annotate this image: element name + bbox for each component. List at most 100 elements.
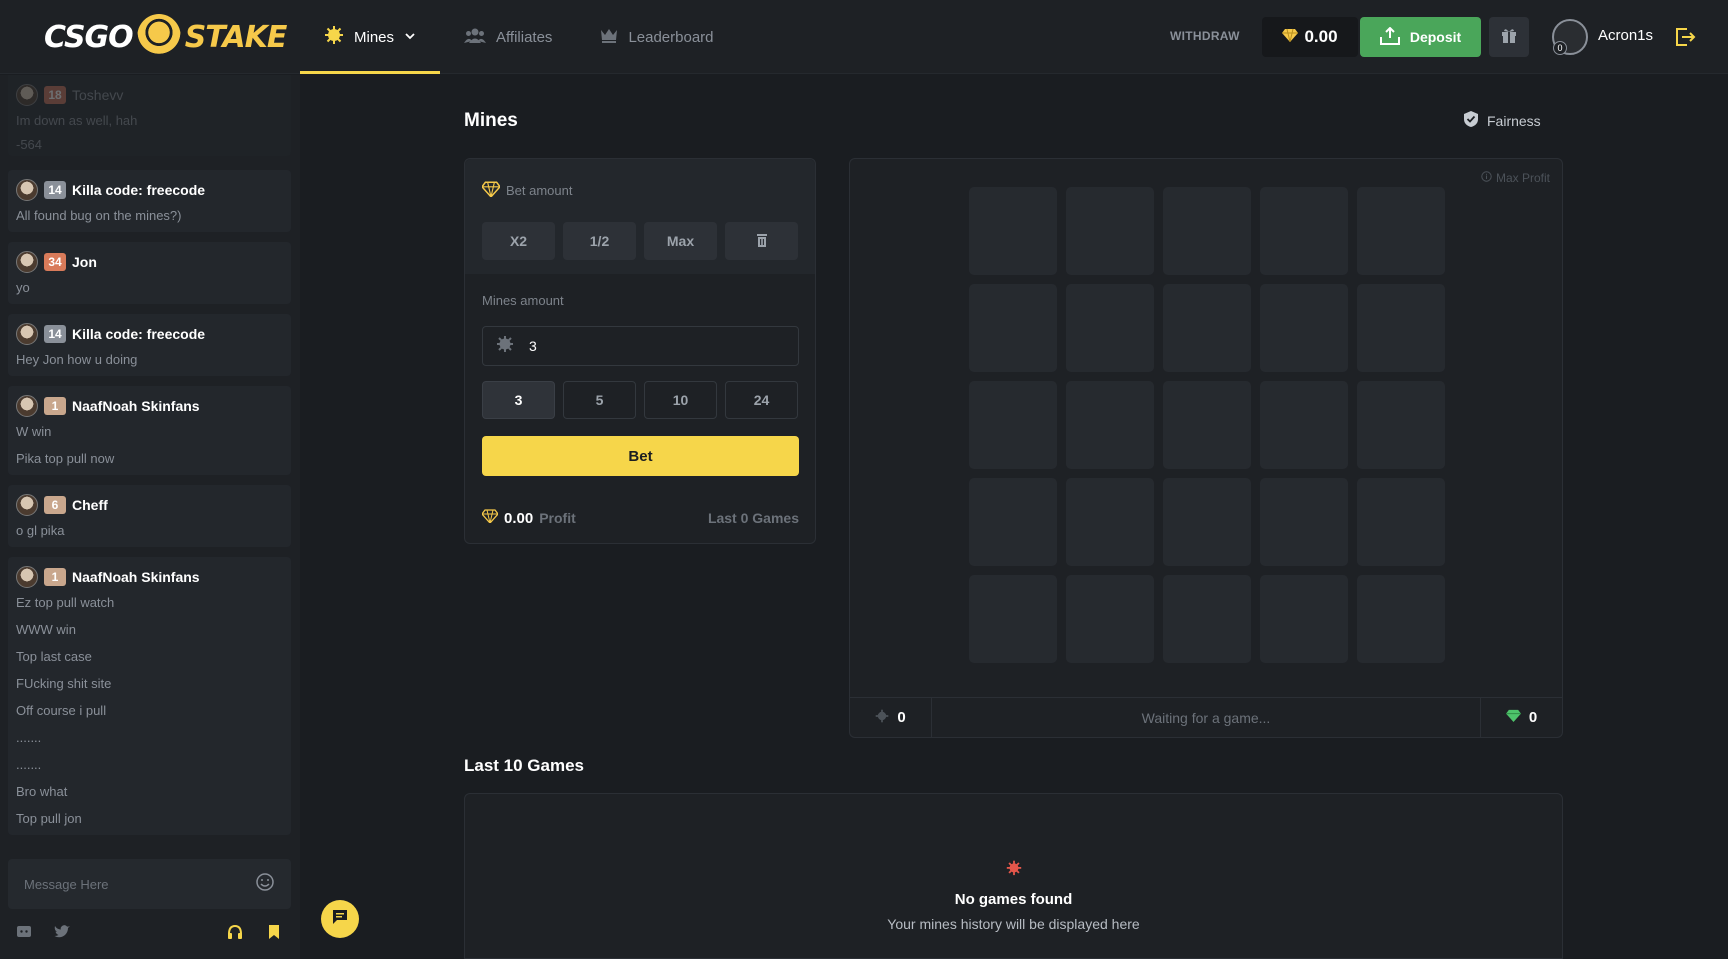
mine-tile[interactable]	[1260, 381, 1348, 469]
logout-button[interactable]	[1674, 26, 1696, 53]
empty-title: No games found	[954, 891, 1073, 908]
chat-text: WWW win	[16, 622, 76, 637]
mine-tile[interactable]	[969, 187, 1057, 275]
gems-counter: 0	[1480, 697, 1562, 738]
mine-tile[interactable]	[969, 478, 1057, 566]
user-level-badge: 0	[1553, 41, 1567, 55]
username[interactable]: Acron1s	[1598, 27, 1653, 44]
level-badge: 6	[44, 496, 66, 514]
mine-tile[interactable]	[1163, 187, 1251, 275]
mine-tile[interactable]	[1357, 575, 1445, 663]
clear-bet-button[interactable]	[725, 222, 798, 260]
mines-option-10[interactable]: 10	[644, 381, 717, 419]
mine-tile[interactable]	[1163, 381, 1251, 469]
chat-bubble-icon	[331, 908, 349, 931]
max-profit-label: Max Profit	[1495, 171, 1550, 185]
board-status-bar: 0 Waiting for a game... 0	[850, 697, 1562, 738]
upload-icon	[1379, 26, 1400, 48]
bet-panel: Bet amount X2 1/2 Max Mines amount 3 5 1…	[464, 158, 816, 544]
avatar	[16, 494, 38, 516]
gift-button[interactable]	[1489, 17, 1529, 57]
mines-option-3[interactable]: 3	[482, 381, 555, 419]
max-bet-button[interactable]: Max	[644, 222, 717, 260]
mine-tile[interactable]	[1163, 478, 1251, 566]
bookmark-icon[interactable]	[268, 924, 280, 945]
twitter-icon[interactable]	[54, 924, 70, 943]
mine-tile[interactable]	[969, 284, 1057, 372]
chat-text: Im down as well, hah	[16, 113, 138, 128]
fairness-link[interactable]: Fairness	[1463, 110, 1541, 131]
max-profit-indicator[interactable]: Max Profit	[1481, 171, 1550, 185]
mines-count-value: 0	[897, 709, 906, 726]
nav-item-leaderboard[interactable]: Leaderboard	[576, 0, 737, 74]
double-bet-button[interactable]: X2	[482, 222, 555, 260]
mine-tile[interactable]	[1066, 284, 1154, 372]
chat-message-input[interactable]	[24, 876, 224, 892]
chat-username[interactable]: Killa code: freecode	[72, 182, 205, 198]
level-badge: 14	[44, 325, 66, 343]
chat-username[interactable]: Cheff	[72, 497, 108, 513]
mine-tile[interactable]	[1066, 381, 1154, 469]
gems-count-value: 0	[1528, 709, 1538, 726]
mines-grid	[969, 187, 1445, 663]
chat-username[interactable]: NaafNoah Skinfans	[72, 569, 200, 585]
chat-username[interactable]: Killa code: freecode	[72, 326, 205, 342]
chat-message: 14 Killa code: freecode All found bug on …	[8, 170, 291, 232]
mine-tile[interactable]	[1066, 478, 1154, 566]
chat-text: o gl pika	[16, 523, 65, 538]
mine-tile[interactable]	[1163, 575, 1251, 663]
mine-tile[interactable]	[1260, 284, 1348, 372]
chat-footer	[16, 924, 283, 944]
shield-check-icon	[1463, 110, 1479, 131]
chat-username[interactable]: NaafNoah Skinfans	[72, 398, 200, 414]
chat-username[interactable]: Jon	[72, 254, 97, 270]
bet-button[interactable]: Bet	[482, 436, 799, 476]
games-history-panel: No games found Your mines history will b…	[464, 793, 1563, 959]
half-bet-button[interactable]: 1/2	[563, 222, 636, 260]
mine-tile[interactable]	[1163, 284, 1251, 372]
deposit-label: Deposit	[1409, 29, 1462, 45]
trash-icon	[756, 233, 768, 250]
top-header: CSGO STAKE Mines Affiliates Leaderboard	[0, 0, 1728, 74]
empty-state: No games found Your mines history will b…	[465, 858, 1562, 932]
mine-tile[interactable]	[1260, 187, 1348, 275]
chat-toggle-button[interactable]	[321, 900, 359, 938]
mine-tile[interactable]	[1357, 478, 1445, 566]
history-title: Last 10 Games	[464, 756, 585, 775]
chat-text: Hey Jon how u doing	[16, 352, 138, 367]
nav-item-mines[interactable]: Mines	[300, 0, 441, 74]
deposit-button[interactable]: Deposit	[1360, 17, 1481, 57]
nav-item-affiliates[interactable]: Affiliates	[440, 0, 576, 74]
mine-tile[interactable]	[1066, 187, 1154, 275]
withdraw-link[interactable]: WITHDRAW	[1170, 29, 1240, 43]
mines-option-24[interactable]: 24	[725, 381, 798, 419]
mine-tile[interactable]	[1357, 284, 1445, 372]
site-logo[interactable]: CSGO STAKE	[44, 14, 287, 60]
mine-count-options: 3 5 10 24	[482, 381, 798, 419]
chat-message: 14 Killa code: freecode Hey Jon how u doi…	[8, 314, 291, 376]
bet-modifier-buttons: X2 1/2 Max	[482, 222, 798, 260]
chat-username[interactable]: Toshevv	[72, 87, 123, 103]
mine-icon	[324, 25, 344, 49]
chat-text: All found bug on the mines?)	[16, 208, 182, 223]
mine-tile[interactable]	[1357, 187, 1445, 275]
mine-tile[interactable]	[1066, 575, 1154, 663]
page-title: Mines	[464, 110, 518, 131]
mine-tile[interactable]	[969, 575, 1057, 663]
gift-icon	[1501, 27, 1517, 48]
empty-subtitle: Your mines history will be displayed her…	[887, 916, 1140, 932]
mines-amount-input[interactable]	[529, 338, 769, 354]
mine-tile[interactable]	[969, 381, 1057, 469]
mine-icon	[495, 334, 515, 359]
mine-tile[interactable]	[1260, 478, 1348, 566]
emoji-icon[interactable]	[255, 872, 275, 897]
crown-icon	[600, 27, 618, 47]
headset-icon[interactable]	[227, 924, 243, 945]
mines-option-5[interactable]: 5	[563, 381, 636, 419]
mine-icon	[875, 709, 889, 727]
level-badge: 1	[44, 568, 66, 586]
chat-message: 1 NaafNoah Skinfans W win Pika top pull n…	[8, 386, 291, 475]
discord-icon[interactable]	[16, 924, 32, 945]
mine-tile[interactable]	[1260, 575, 1348, 663]
mine-tile[interactable]	[1357, 381, 1445, 469]
